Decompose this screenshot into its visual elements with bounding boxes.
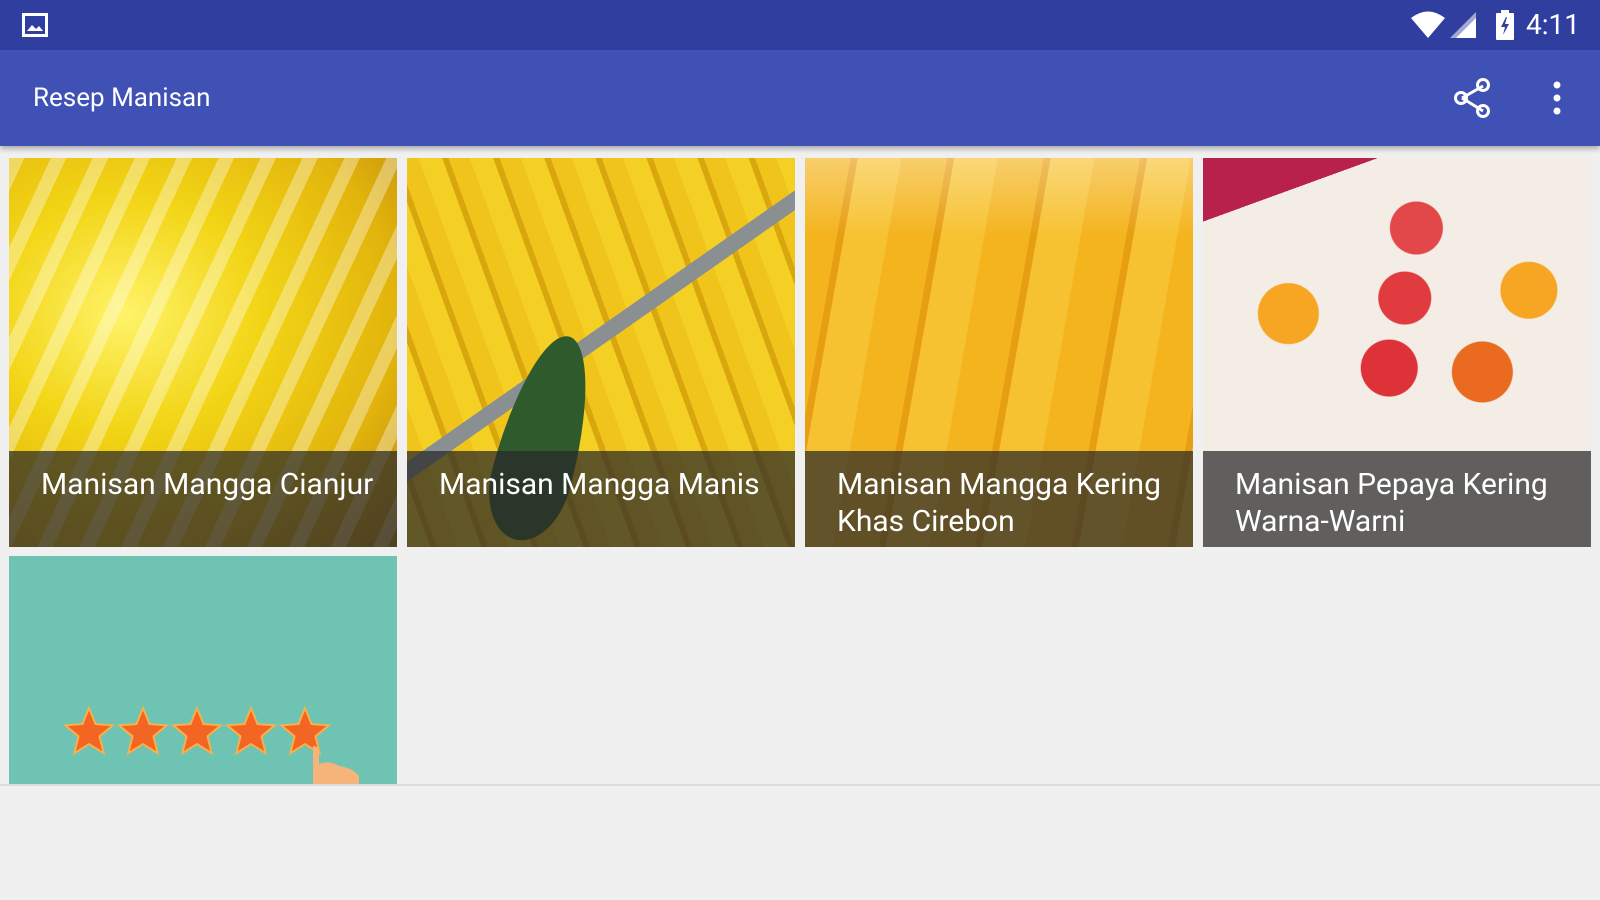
recipe-tile[interactable]: Manisan Mangga Manis (407, 158, 795, 547)
recipe-title: Manisan Mangga Kering Khas Cirebon (837, 467, 1161, 539)
app-title: Resep Manisan (33, 83, 211, 113)
recipe-tile[interactable]: Manisan Pepaya Kering Warna-Warni (1203, 158, 1591, 547)
rating-stars (63, 706, 343, 762)
star-icon (117, 706, 169, 756)
pointing-hand-icon (313, 746, 359, 784)
more-options-button[interactable] (1534, 75, 1580, 121)
recipe-tile[interactable]: Manisan Mangga Cianjur (9, 158, 397, 547)
signal-icon (1450, 12, 1476, 38)
recipe-title: Manisan Pepaya Kering Warna-Warni (1235, 467, 1548, 539)
recipe-tile[interactable]: Manisan Mangga Kering Khas Cirebon (805, 158, 1193, 547)
share-button[interactable] (1450, 75, 1496, 121)
status-bar: 4:11 (0, 0, 1600, 50)
status-clock: 4:11 (1526, 8, 1580, 41)
recipe-title: Manisan Mangga Cianjur (41, 467, 374, 502)
recipe-title: Manisan Mangga Manis (439, 467, 760, 502)
grid-divider (0, 784, 1600, 786)
app-bar: Resep Manisan (0, 50, 1600, 146)
star-icon (63, 706, 115, 756)
more-vert-icon (1553, 81, 1561, 115)
caption-overlay: Manisan Mangga Manis (407, 451, 795, 547)
star-icon (171, 706, 223, 756)
caption-overlay: Manisan Mangga Kering Khas Cirebon (805, 451, 1193, 547)
caption-overlay: Manisan Mangga Cianjur (9, 451, 397, 547)
wifi-icon (1411, 11, 1445, 38)
share-icon (1454, 78, 1490, 118)
caption-overlay: Manisan Pepaya Kering Warna-Warni (1203, 451, 1591, 547)
gallery-icon (22, 13, 48, 37)
rate-app-tile[interactable] (9, 556, 397, 784)
battery-icon (1496, 10, 1514, 40)
star-icon (225, 706, 277, 756)
